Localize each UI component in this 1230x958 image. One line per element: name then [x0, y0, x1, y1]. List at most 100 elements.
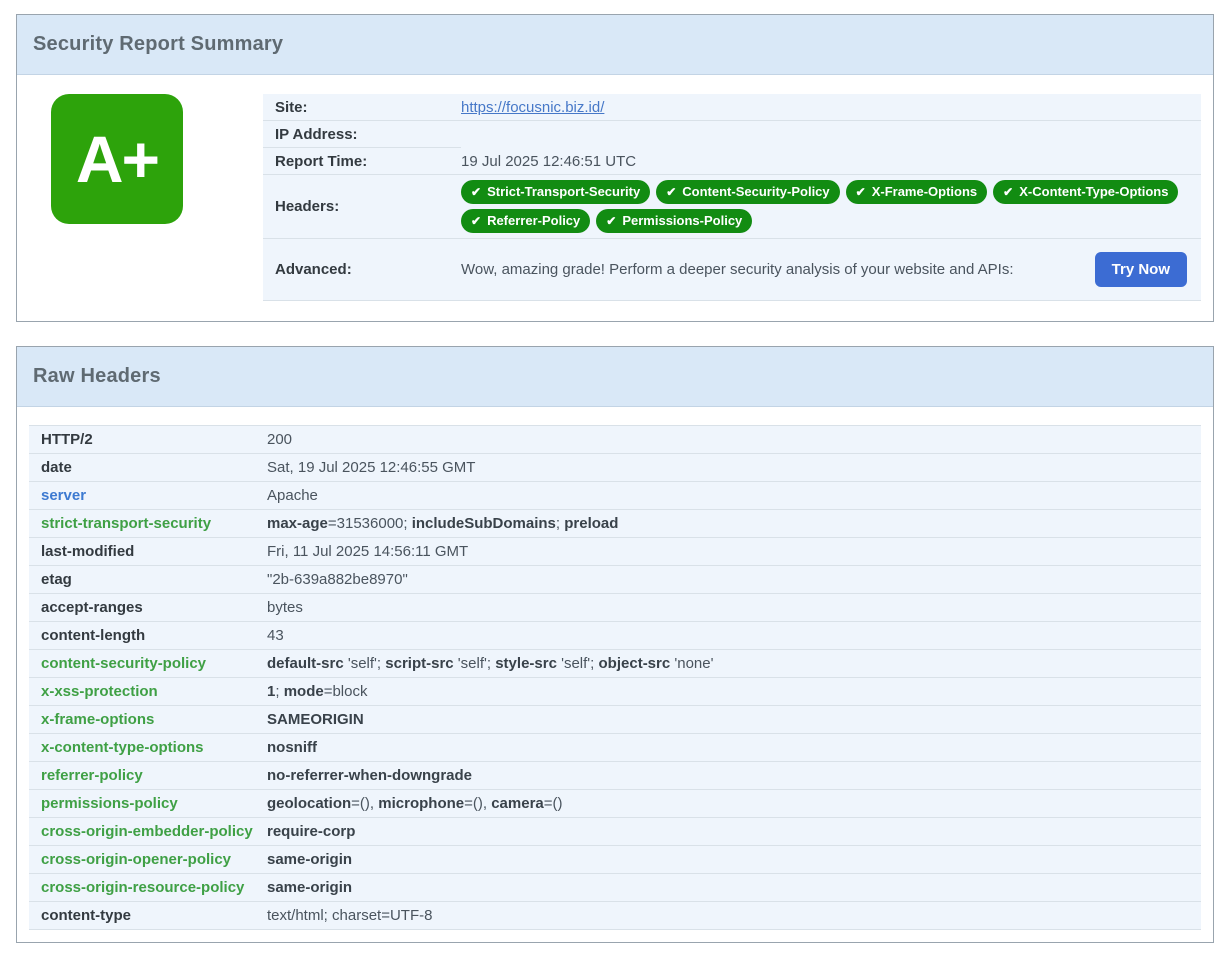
raw-row: accept-rangesbytes	[29, 594, 1201, 622]
header-badge-label: X-Content-Type-Options	[1019, 184, 1168, 199]
raw-headers-panel-body: HTTP/2200dateSat, 19 Jul 2025 12:46:55 G…	[17, 407, 1213, 942]
header-badge[interactable]: ✔ X-Content-Type-Options	[993, 180, 1178, 204]
raw-row: x-xss-protection1; mode=block	[29, 678, 1201, 706]
raw-headers-panel: Raw Headers HTTP/2200dateSat, 19 Jul 202…	[16, 346, 1214, 943]
raw-row: dateSat, 19 Jul 2025 12:46:55 GMT	[29, 454, 1201, 482]
grade-letter: A+	[76, 126, 158, 192]
raw-header-name: content-type	[29, 902, 267, 929]
raw-headers-panel-header: Raw Headers	[17, 347, 1213, 407]
header-badge[interactable]: ✔ Strict-Transport-Security	[461, 180, 650, 204]
header-badge[interactable]: ✔Referrer-Policy	[461, 209, 590, 233]
check-icon: ✔	[1003, 186, 1013, 198]
header-badge[interactable]: ✔Content-Security-Policy	[656, 180, 839, 204]
advanced-text: Wow, amazing grade! Perform a deeper sec…	[461, 261, 1095, 278]
raw-header-value: 1; mode=block	[267, 678, 1201, 705]
raw-header-name[interactable]: cross-origin-embedder-policy	[29, 818, 267, 845]
raw-row: etag"2b-639a882be8970"	[29, 566, 1201, 594]
raw-header-value: max-age=31536000; includeSubDomains; pre…	[267, 510, 1201, 537]
raw-row: strict-transport-securitymax-age=3153600…	[29, 510, 1201, 538]
raw-row: serverApache	[29, 482, 1201, 510]
raw-row: cross-origin-resource-policysame-origin	[29, 874, 1201, 902]
raw-header-value: geolocation=(), microphone=(), camera=()	[267, 790, 1201, 817]
raw-header-name[interactable]: strict-transport-security	[29, 510, 267, 537]
summary-panel: Security Report Summary A+ Site:https://…	[16, 14, 1214, 322]
header-badge[interactable]: ✔ X-Frame-Options	[846, 180, 988, 204]
raw-header-value: "2b-639a882be8970"	[267, 566, 1201, 593]
raw-header-name[interactable]: permissions-policy	[29, 790, 267, 817]
summary-label-ip-address: IP Address:	[263, 121, 461, 148]
summary-panel-header: Security Report Summary	[17, 15, 1213, 75]
raw-header-value: Fri, 11 Jul 2025 14:56:11 GMT	[267, 538, 1201, 565]
raw-header-name: last-modified	[29, 538, 267, 565]
header-badge-label: Strict-Transport-Security	[487, 184, 640, 199]
raw-headers-table: HTTP/2200dateSat, 19 Jul 2025 12:46:55 G…	[29, 425, 1201, 930]
raw-row: content-typetext/html; charset=UTF-8	[29, 902, 1201, 930]
summary-title: Security Report Summary	[33, 33, 283, 55]
summary-label-site: Site:	[263, 94, 461, 120]
raw-row: x-content-type-optionsnosniff	[29, 734, 1201, 762]
raw-row: cross-origin-embedder-policyrequire-corp	[29, 818, 1201, 846]
raw-header-value: no-referrer-when-downgrade	[267, 762, 1201, 789]
summary-label-headers: Headers:	[263, 175, 461, 238]
summary-panel-body: A+ Site:https://focusnic.biz.id/IP Addre…	[17, 75, 1213, 321]
raw-header-name: date	[29, 454, 267, 481]
raw-header-value: bytes	[267, 594, 1201, 621]
header-badge[interactable]: ✔ Permissions-Policy	[596, 209, 752, 233]
check-icon: ✔	[471, 215, 481, 227]
raw-header-value: SAMEORIGIN	[267, 706, 1201, 733]
summary-row-report-time: Report Time:19 Jul 2025 12:46:51 UTC	[263, 148, 1201, 175]
check-icon: ✔	[666, 186, 676, 198]
headers-badges: ✔ Strict-Transport-Security ✔Content-Secur…	[461, 175, 1201, 238]
summary-row-site: Site:https://focusnic.biz.id/	[263, 94, 1201, 121]
raw-row: content-security-policydefault-src 'self…	[29, 650, 1201, 678]
raw-header-name: accept-ranges	[29, 594, 267, 621]
raw-header-name: content-length	[29, 622, 267, 649]
raw-row: last-modifiedFri, 11 Jul 2025 14:56:11 G…	[29, 538, 1201, 566]
raw-header-value: default-src 'self'; script-src 'self'; s…	[267, 650, 1201, 677]
site-link[interactable]: https://focusnic.biz.id/	[461, 99, 604, 116]
raw-header-name[interactable]: x-xss-protection	[29, 678, 267, 705]
raw-row: permissions-policygeolocation=(), microp…	[29, 790, 1201, 818]
grade-badge: A+	[51, 94, 183, 224]
raw-row: cross-origin-opener-policysame-origin	[29, 846, 1201, 874]
raw-row: content-length43	[29, 622, 1201, 650]
raw-header-value: nosniff	[267, 734, 1201, 761]
check-icon: ✔	[856, 186, 866, 198]
grade-column: A+	[29, 94, 263, 301]
raw-header-name[interactable]: cross-origin-opener-policy	[29, 846, 267, 873]
raw-row: referrer-policyno-referrer-when-downgrad…	[29, 762, 1201, 790]
check-icon: ✔	[471, 186, 481, 198]
header-badge-label: X-Frame-Options	[872, 184, 977, 199]
advanced-cell: Wow, amazing grade! Perform a deeper sec…	[461, 239, 1201, 300]
raw-header-name[interactable]: referrer-policy	[29, 762, 267, 789]
raw-header-name[interactable]: server	[29, 482, 267, 509]
raw-row: x-frame-optionsSAMEORIGIN	[29, 706, 1201, 734]
summary-value-report-time: 19 Jul 2025 12:46:51 UTC	[461, 148, 1201, 174]
raw-header-name[interactable]: cross-origin-resource-policy	[29, 874, 267, 901]
summary-row-headers: Headers: ✔ Strict-Transport-Security ✔Conte…	[263, 175, 1201, 239]
header-badge-label: Permissions-Policy	[622, 213, 742, 228]
raw-header-value: Sat, 19 Jul 2025 12:46:55 GMT	[267, 454, 1201, 481]
raw-header-name[interactable]: content-security-policy	[29, 650, 267, 677]
raw-header-name: HTTP/2	[29, 426, 267, 453]
raw-header-value: text/html; charset=UTF-8	[267, 902, 1201, 929]
raw-header-name[interactable]: x-frame-options	[29, 706, 267, 733]
summary-value-site: https://focusnic.biz.id/	[461, 94, 1201, 120]
raw-header-value: 43	[267, 622, 1201, 649]
try-now-button[interactable]: Try Now	[1095, 252, 1187, 287]
raw-header-value: same-origin	[267, 874, 1201, 901]
summary-table: Site:https://focusnic.biz.id/IP Address:…	[263, 94, 1201, 301]
summary-row-advanced: Advanced:Wow, amazing grade! Perform a d…	[263, 239, 1201, 301]
raw-header-value: require-corp	[267, 818, 1201, 845]
summary-label-report-time: Report Time:	[263, 148, 461, 174]
raw-header-value: same-origin	[267, 846, 1201, 873]
raw-header-name[interactable]: x-content-type-options	[29, 734, 267, 761]
raw-row: HTTP/2200	[29, 426, 1201, 454]
raw-headers-title: Raw Headers	[33, 365, 161, 387]
check-icon: ✔	[606, 215, 616, 227]
summary-row-ip-address: IP Address:	[263, 121, 1201, 148]
raw-header-value: 200	[267, 426, 1201, 453]
raw-header-value: Apache	[267, 482, 1201, 509]
raw-header-name: etag	[29, 566, 267, 593]
summary-value-ip-address	[461, 121, 1201, 148]
